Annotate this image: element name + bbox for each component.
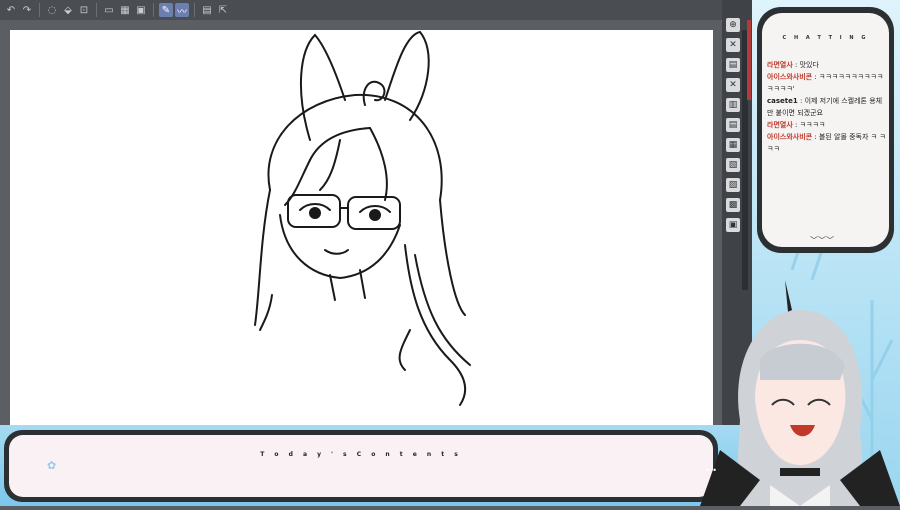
tool-icon[interactable]: ✕ — [726, 78, 740, 92]
chat-message: 아이스와사비콘 : ㅋㅋㅋㅋㅋㅋㅋㅋㅋㅋㅋㅋㅋㅋ' — [767, 73, 884, 93]
pen-icon[interactable]: ✎ — [159, 3, 173, 17]
chat-panel-inner: C H A T T I N G 라면열사 : 맛있다 아이스와사비콘 : ㅋㅋㅋ… — [762, 13, 889, 247]
chat-username: 라면열사 — [767, 121, 793, 129]
tool-icon[interactable]: ▤ — [726, 58, 740, 72]
todays-contents-banner: T o d a y ' s C o n t e n t s ✿ — [4, 430, 718, 502]
toolbar-divider — [39, 3, 40, 17]
banner-inner: T o d a y ' s C o n t e n t s ✿ — [9, 435, 713, 497]
flower-icon: ✿ — [47, 459, 57, 472]
tool-icon[interactable]: ✕ — [726, 38, 740, 52]
tool-icon[interactable]: ▦ — [726, 138, 740, 152]
chat-message: 라면열사 : 맛있다 — [767, 61, 819, 69]
chat-username: 아이스와사비콘 — [767, 133, 813, 141]
export-icon[interactable]: ⇱ — [216, 3, 230, 17]
chat-username: casete1 — [767, 97, 798, 105]
fill-icon[interactable]: ⬙ — [61, 3, 75, 17]
select-icon[interactable]: ▭ — [102, 3, 116, 17]
chat-username: 라면열사 — [767, 61, 793, 69]
tool-icon[interactable]: ▣ — [726, 218, 740, 232]
toolbar: ↶ ↷ ◌ ⬙ ⊡ ▭ ▦ ▣ ✎ 〰 ▤ ⇱ — [0, 0, 752, 20]
chat-username: 아이스와사비콘 — [767, 73, 813, 81]
vtuber-avatar — [700, 280, 900, 506]
tool-icon[interactable]: ▨ — [726, 178, 740, 192]
chat-text: 맛있다 — [799, 61, 819, 69]
chat-message-list: 라면열사 : 맛있다 아이스와사비콘 : ㅋㅋㅋㅋㅋㅋㅋㅋㅋㅋㅋㅋㅋㅋ' cas… — [767, 59, 887, 155]
chat-panel: C H A T T I N G 라면열사 : 맛있다 아이스와사비콘 : ㅋㅋㅋ… — [757, 7, 894, 253]
grid-icon[interactable]: ▦ — [118, 3, 132, 17]
layer-icon[interactable]: ▤ — [200, 3, 214, 17]
tool-icon[interactable]: ▤ — [726, 118, 740, 132]
chat-footer-ornament: ﹀﹀﹀ — [810, 236, 834, 245]
drawing-canvas[interactable] — [10, 30, 713, 425]
indicator-bar — [747, 20, 751, 100]
lasso-icon[interactable]: ◌ — [45, 3, 59, 17]
redo-icon[interactable]: ↷ — [20, 3, 34, 17]
toolbar-divider — [96, 3, 97, 17]
sketch-drawing — [254, 30, 471, 406]
toolbar-divider — [194, 3, 195, 17]
tool-icon[interactable]: ▩ — [726, 198, 740, 212]
tool-icon[interactable]: ▥ — [726, 98, 740, 112]
transform-icon[interactable]: ⊡ — [77, 3, 91, 17]
undo-icon[interactable]: ↶ — [4, 3, 18, 17]
chat-text: ㅋㅋㅋㅋ — [799, 121, 826, 129]
chat-message: 아이스와사비콘 : 볼된 알몰 중독자 ㅋ ㅋㅋㅋ — [767, 133, 886, 153]
chat-message: 라면열사 : ㅋㅋㅋㅋ — [767, 121, 826, 129]
chat-title: C H A T T I N G — [782, 35, 869, 41]
toolbar-divider — [153, 3, 154, 17]
banner-dots: • • — [705, 466, 717, 475]
crop-icon[interactable]: ▣ — [134, 3, 148, 17]
search-icon[interactable]: ⊕ — [726, 18, 740, 32]
stroke-icon[interactable]: 〰 — [175, 3, 189, 18]
banner-title: T o d a y ' s C o n t e n t s — [260, 451, 462, 458]
chat-message: casete1 : 이제 저기에 스켈레톤 용체 만 붙이면 되겠군요 — [767, 97, 883, 117]
tool-icon[interactable]: ▧ — [726, 158, 740, 172]
